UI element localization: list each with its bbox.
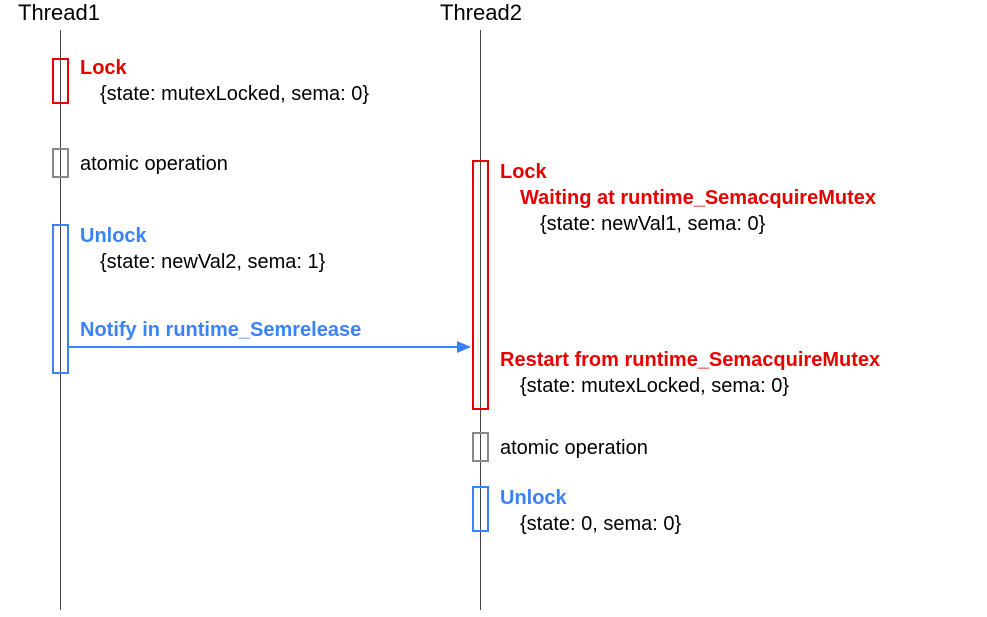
notify-arrow	[69, 346, 457, 348]
thread1-notify-label: Notify in runtime_Semrelease	[80, 318, 361, 342]
notify-arrow-head	[457, 341, 471, 353]
thread1-unlock-state: {state: newVal2, sema: 1}	[100, 250, 325, 274]
thread1-unlock-label: Unlock	[80, 224, 147, 248]
thread2-waiting-state: {state: newVal1, sema: 0}	[540, 212, 765, 236]
thread1-unlock-box	[52, 224, 69, 374]
sequence-diagram: Thread1 Thread2 Lock {state: mutexLocked…	[0, 0, 987, 617]
thread2-atomic-box	[472, 432, 489, 462]
thread2-title: Thread2	[440, 0, 522, 26]
thread2-restart-label: Restart from runtime_SemacquireMutex	[500, 348, 880, 372]
thread2-restart-state: {state: mutexLocked, sema: 0}	[520, 374, 789, 398]
thread1-atomic-label: atomic operation	[80, 152, 228, 176]
thread1-title: Thread1	[18, 0, 100, 26]
thread1-lock-label: Lock	[80, 56, 127, 80]
thread1-lock-state: {state: mutexLocked, sema: 0}	[100, 82, 369, 106]
thread2-unlock-state: {state: 0, sema: 0}	[520, 512, 681, 536]
thread2-lock-box	[472, 160, 489, 410]
thread2-lock-label: Lock	[500, 160, 547, 184]
thread2-waiting-label: Waiting at runtime_SemacquireMutex	[520, 186, 876, 210]
thread2-unlock-label: Unlock	[500, 486, 567, 510]
thread1-lock-box	[52, 58, 69, 104]
thread1-atomic-box	[52, 148, 69, 178]
thread2-unlock-box	[472, 486, 489, 532]
thread2-atomic-label: atomic operation	[500, 436, 648, 460]
